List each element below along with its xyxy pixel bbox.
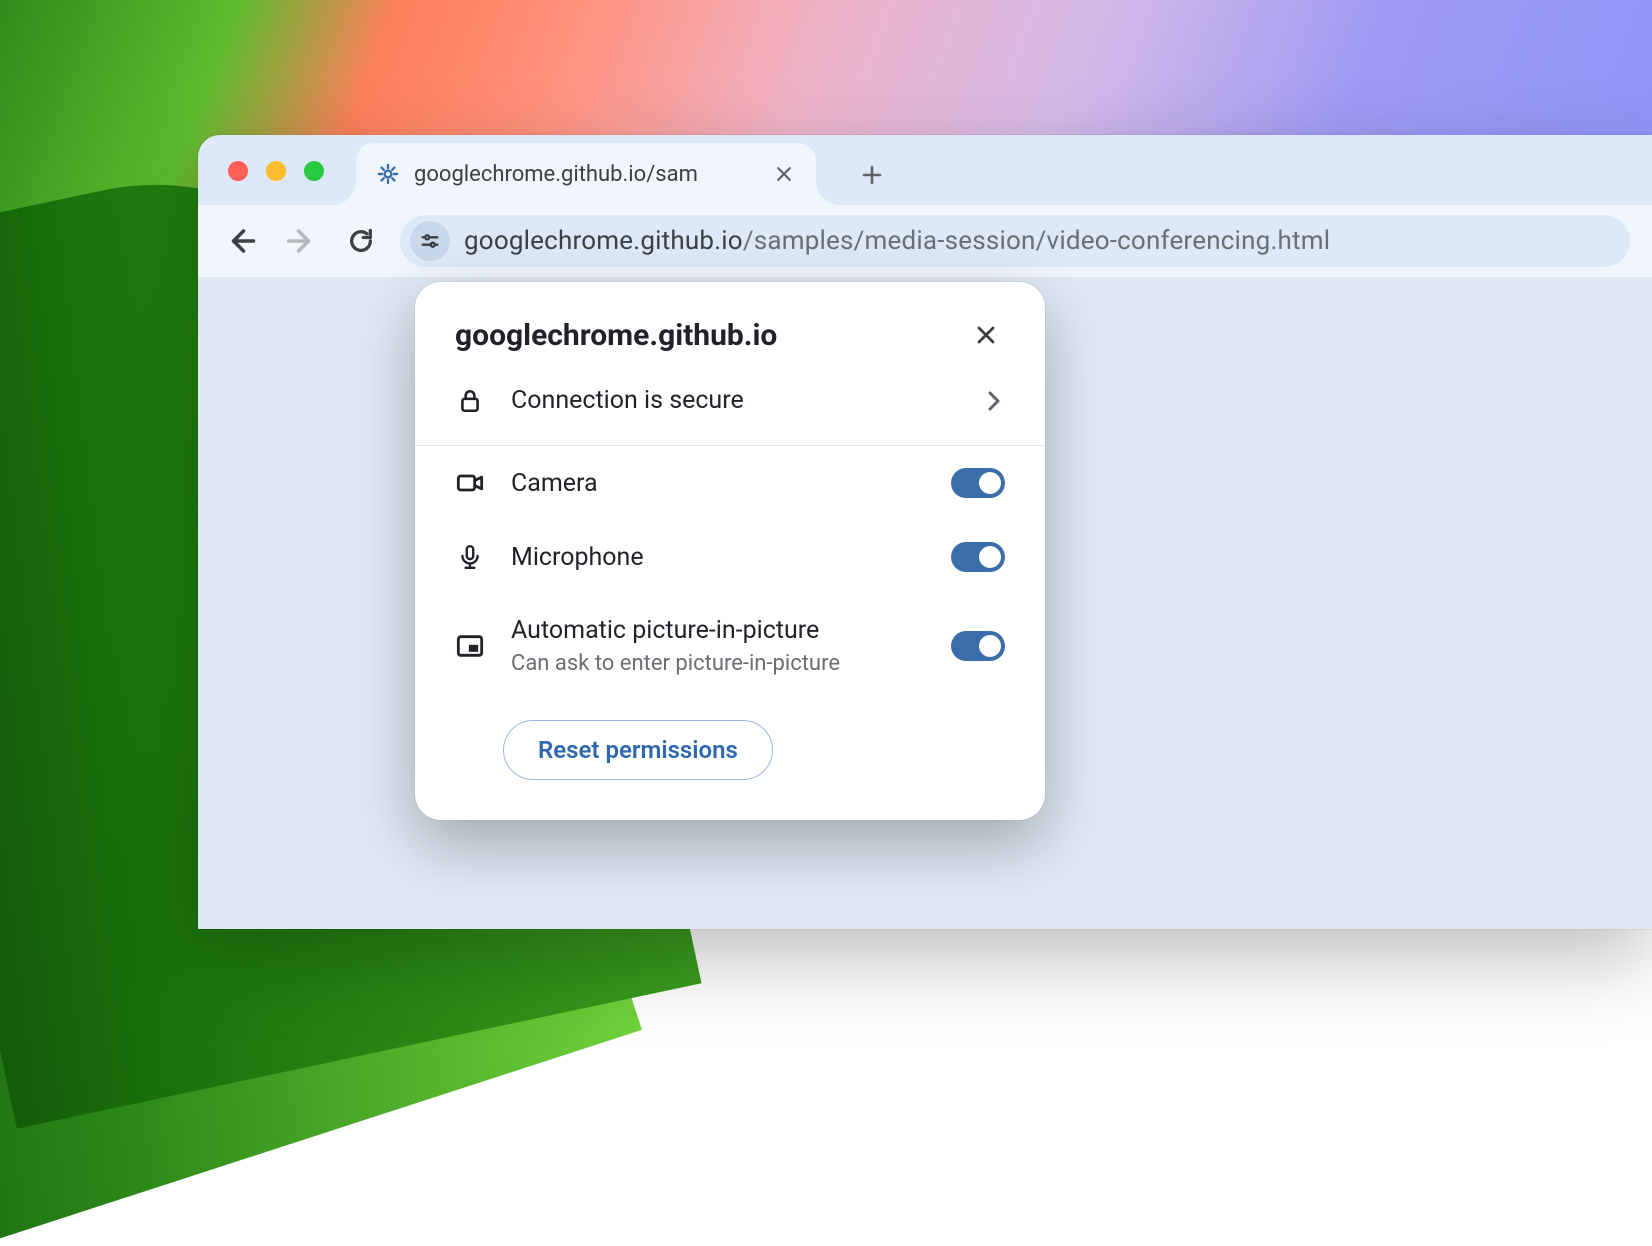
reset-permissions-button[interactable]: Reset permissions xyxy=(503,720,773,780)
tab-favicon xyxy=(376,162,400,186)
minimize-window-button[interactable] xyxy=(266,161,286,181)
toolbar: googlechrome.github.io/samples/media-ses… xyxy=(198,205,1652,277)
page-content: googlechrome.github.io Connection is sec… xyxy=(198,277,1652,929)
connection-secure-row[interactable]: Connection is secure xyxy=(415,364,1045,446)
pip-permission-row: Automatic picture-in-picture Can ask to … xyxy=(415,594,1045,698)
close-window-button[interactable] xyxy=(228,161,248,181)
url-path: /samples/media-session/video-conferencin… xyxy=(743,226,1330,256)
microphone-label: Microphone xyxy=(511,543,925,572)
tab-close-button[interactable] xyxy=(772,162,796,186)
site-info-button[interactable] xyxy=(410,221,450,261)
microphone-permission-row: Microphone xyxy=(415,520,1045,594)
pip-label: Automatic picture-in-picture Can ask to … xyxy=(511,616,925,676)
popup-close-button[interactable] xyxy=(967,316,1005,354)
fullscreen-window-button[interactable] xyxy=(304,161,324,181)
tab-title: googlechrome.github.io/sam xyxy=(414,162,772,187)
pip-toggle[interactable] xyxy=(951,631,1005,661)
pip-label-main: Automatic picture-in-picture xyxy=(511,616,819,645)
forward-button xyxy=(280,220,322,262)
address-bar[interactable]: googlechrome.github.io/samples/media-ses… xyxy=(400,215,1630,267)
browser-window: googlechrome.github.io/sam googlechrome.… xyxy=(198,135,1652,929)
url-text: googlechrome.github.io/samples/media-ses… xyxy=(464,226,1330,256)
tab-strip: googlechrome.github.io/sam xyxy=(198,135,1652,205)
camera-label: Camera xyxy=(511,469,925,498)
chevron-right-icon xyxy=(981,389,1005,413)
camera-icon xyxy=(455,469,485,497)
camera-permission-row: Camera xyxy=(415,446,1045,520)
pip-label-sub: Can ask to enter picture-in-picture xyxy=(511,651,925,676)
popup-site-name: googlechrome.github.io xyxy=(455,318,777,353)
new-tab-button[interactable] xyxy=(852,155,892,195)
camera-toggle[interactable] xyxy=(951,468,1005,498)
microphone-icon xyxy=(455,544,485,570)
url-host: googlechrome.github.io xyxy=(464,226,743,256)
pip-icon xyxy=(455,632,485,660)
back-button[interactable] xyxy=(220,220,262,262)
site-info-popup: googlechrome.github.io Connection is sec… xyxy=(415,282,1045,820)
reload-button[interactable] xyxy=(340,220,382,262)
connection-status-label: Connection is secure xyxy=(511,386,955,415)
microphone-toggle[interactable] xyxy=(951,542,1005,572)
browser-tab[interactable]: googlechrome.github.io/sam xyxy=(356,143,816,205)
lock-icon xyxy=(455,388,485,414)
window-controls xyxy=(228,161,324,181)
